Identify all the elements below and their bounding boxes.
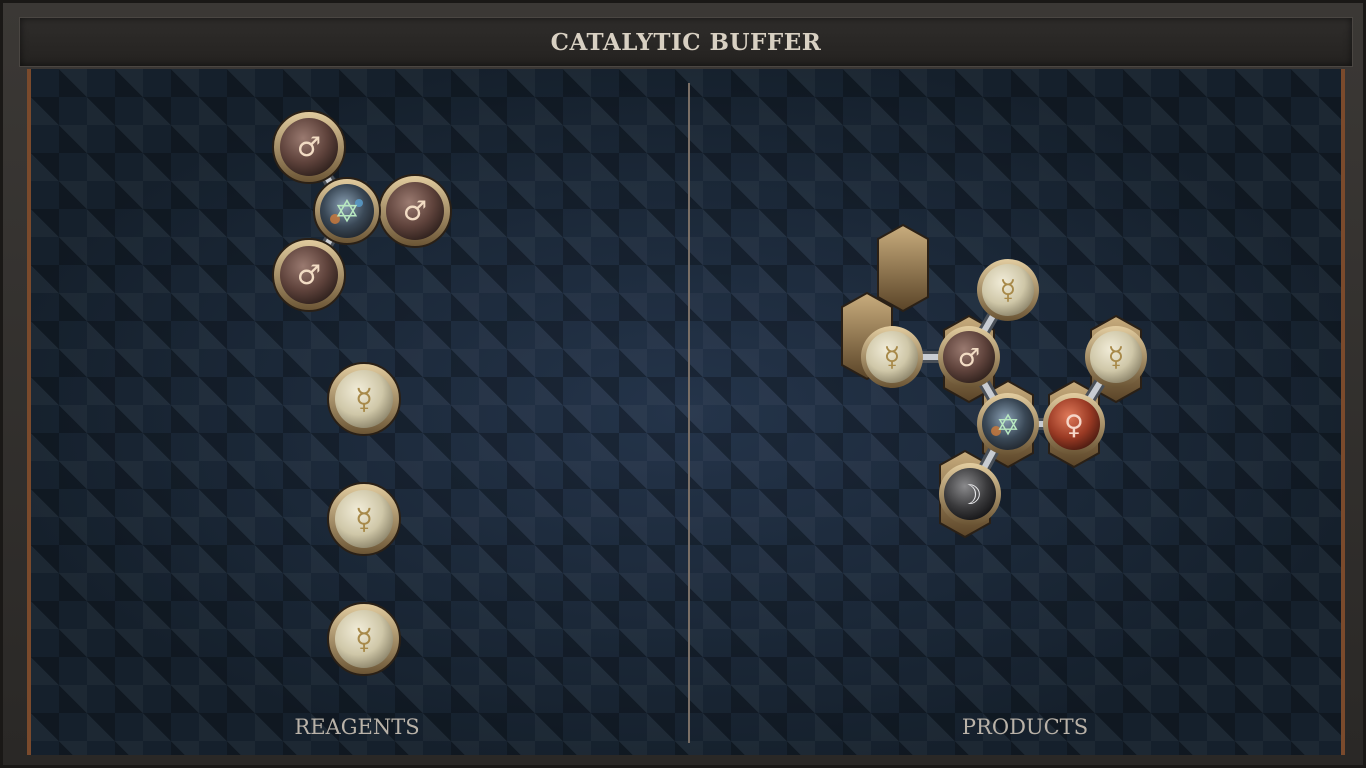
quintessence-symbol: ✡	[996, 408, 1020, 442]
silver-symbol: ☽	[958, 480, 982, 511]
iron-symbol: ♂	[297, 260, 321, 291]
product-molecule[interactable]: ☿ ♂ ☿ ✡ ♀ ☿ ☽	[841, 223, 1147, 539]
reagent-atom-mercury[interactable]: ☿	[327, 602, 401, 676]
reagent-atom-mercury[interactable]: ☿	[327, 482, 401, 556]
atom-iron: ♂	[272, 238, 346, 312]
mercury-symbol: ☿	[355, 382, 373, 416]
atom-iron: ♂	[378, 174, 452, 248]
atom-quintessence: ✡	[977, 393, 1039, 455]
mercury-symbol: ☿	[355, 502, 373, 536]
puzzle-board: ♂ ♂ ♂ ✡ ☿ ☿ ☿ ☿ ♂ ☿ ✡ ♀ ☿ ☽ REAGENTS PRO…	[27, 69, 1345, 755]
atom-iron: ♂	[272, 110, 346, 184]
title-bar: CATALYTIC BUFFER	[19, 17, 1353, 67]
atom-mercury: ☿	[1085, 326, 1147, 388]
mercury-symbol: ☿	[1108, 342, 1125, 373]
products-label: PRODUCTS	[961, 715, 1089, 739]
atom-copper: ♀	[1043, 393, 1105, 455]
atom-iron: ♂	[938, 326, 1000, 388]
iron-symbol: ♂	[297, 132, 321, 163]
reagents-label: REAGENTS	[294, 715, 420, 739]
game-frame: CATALYTIC BUFFER ♂ ♂ ♂ ✡ ☿ ☿ ☿ ☿ ♂ ☿ ✡ ♀…	[0, 0, 1366, 768]
reagent-atom-mercury[interactable]: ☿	[327, 362, 401, 436]
quintessence-symbol: ✡	[334, 194, 360, 230]
reagent-molecule[interactable]: ♂ ♂ ♂ ✡	[272, 110, 452, 312]
mercury-symbol: ☿	[884, 342, 901, 373]
atom-silver: ☽	[939, 463, 1001, 525]
atom-mercury: ☿	[861, 326, 923, 388]
page-title: CATALYTIC BUFFER	[550, 29, 822, 56]
molecule-canvas: ♂ ♂ ♂ ✡ ☿ ☿ ☿ ☿ ♂ ☿ ✡ ♀ ☿ ☽	[272, 110, 1147, 676]
mercury-symbol: ☿	[1000, 275, 1017, 306]
copper-symbol: ♀	[1064, 410, 1084, 441]
iron-symbol: ♂	[403, 196, 427, 227]
mercury-symbol: ☿	[355, 622, 373, 656]
iron-symbol: ♂	[958, 343, 980, 372]
atom-quintessence: ✡	[313, 177, 381, 245]
atom-mercury: ☿	[977, 259, 1039, 321]
